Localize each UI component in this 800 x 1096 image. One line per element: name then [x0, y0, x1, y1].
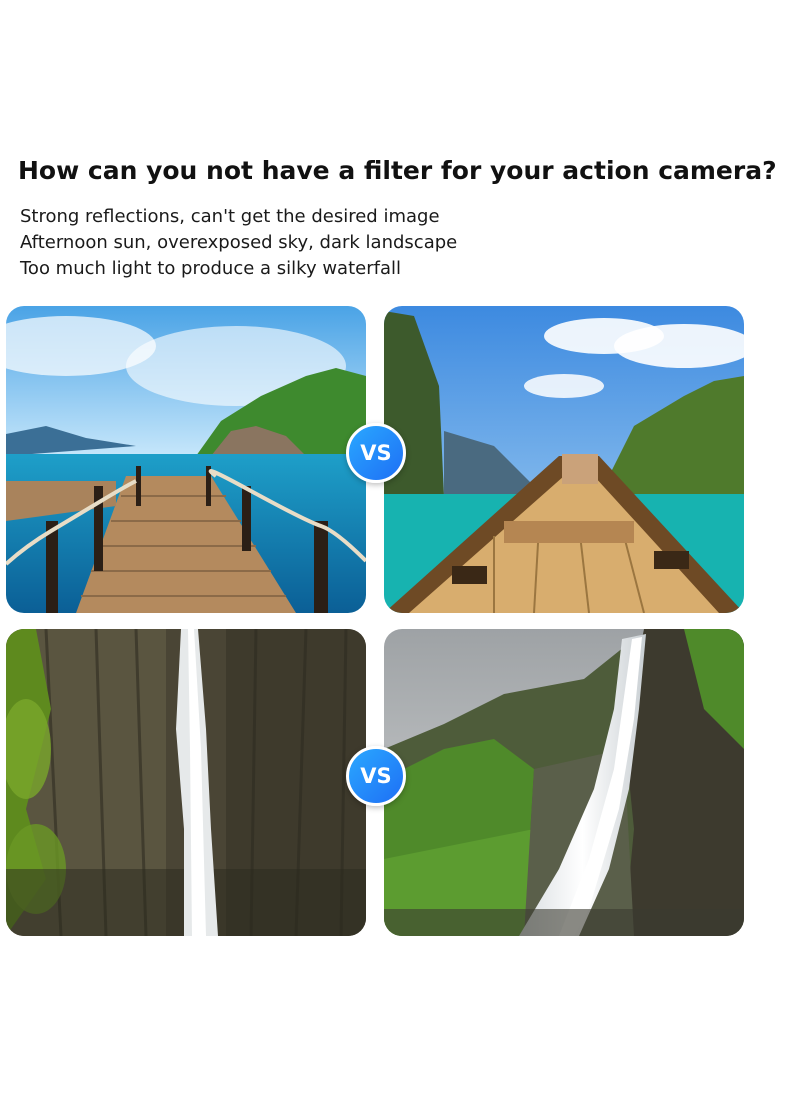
- vs-badge: VS: [346, 423, 406, 483]
- waterfall-silky-photo: [384, 629, 744, 936]
- waterfall-overexposed-photo: [6, 629, 366, 936]
- boat-filtered-photo: [384, 306, 744, 613]
- problem-silky-waterfall: Too much light to produce a silky waterf…: [20, 258, 401, 279]
- problem-list: Strong reflections, can't get the desire…: [20, 204, 457, 282]
- vs-badge: VS: [346, 746, 406, 806]
- problem-reflections: Strong reflections, can't get the desire…: [20, 206, 440, 227]
- pier-overexposed-photo: [6, 306, 366, 613]
- problem-overexposed-sky: Afternoon sun, overexposed sky, dark lan…: [20, 232, 458, 253]
- headline: How can you not have a filter for your a…: [18, 156, 777, 185]
